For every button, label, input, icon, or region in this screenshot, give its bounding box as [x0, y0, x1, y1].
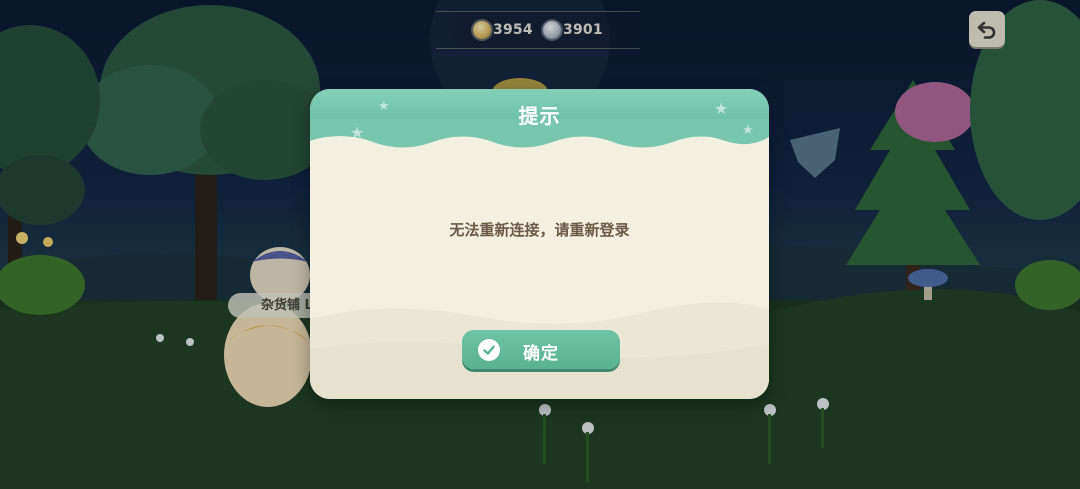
notice-dialog: ★ ★ ★ ★ 提示 无法重新连接，请重新登录 确定: [310, 89, 769, 399]
dialog-title: 提示: [518, 104, 561, 128]
game-scene: 3954 3901 杂货铺 L ★ ★ ★ ★ 提示 无法重新连接，请重新登录: [0, 0, 1080, 489]
confirm-button-label: 确定: [523, 344, 559, 364]
dialog-message: 无法重新连接，请重新登录: [449, 221, 630, 239]
confirm-button[interactable]: 确定: [462, 330, 620, 369]
